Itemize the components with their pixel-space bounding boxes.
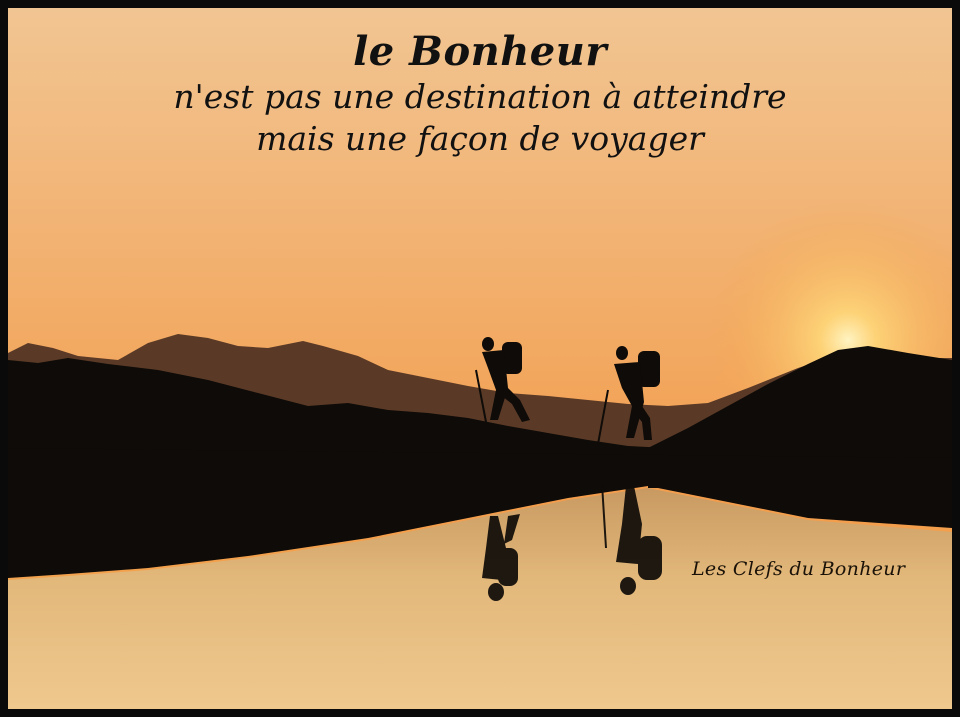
sunset-photo: le Bonheur n'est pas une destination à a… — [8, 8, 952, 709]
image-frame: le Bonheur n'est pas une destination à a… — [0, 0, 960, 717]
signature-watermark: Les Clefs du Bonheur — [692, 558, 906, 580]
